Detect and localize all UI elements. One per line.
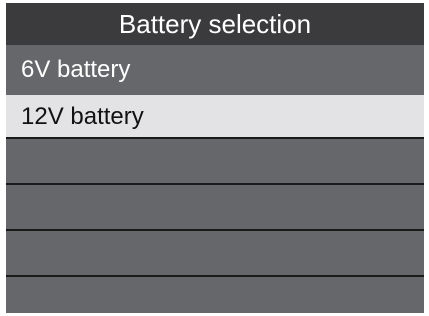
empty-menu-row	[6, 187, 424, 231]
menu-item-6v-battery[interactable]: 6V battery	[6, 48, 424, 92]
battery-selection-screen: Battery selection 6V battery 12V battery	[6, 3, 424, 313]
menu-item-12v-battery[interactable]: 12V battery	[6, 95, 424, 139]
empty-menu-row	[6, 233, 424, 277]
screen-title: Battery selection	[6, 3, 424, 45]
empty-menu-row	[6, 279, 424, 313]
empty-menu-row	[6, 141, 424, 185]
